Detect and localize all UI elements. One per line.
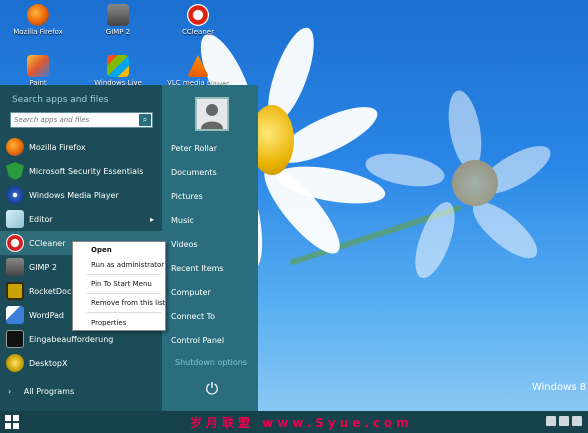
program-label: WordPad: [29, 310, 65, 320]
rocketdock-icon: [6, 282, 24, 300]
shutdown-options-button[interactable]: Shutdown options: [175, 358, 247, 367]
ccleaner-icon: [187, 4, 209, 26]
place-computer[interactable]: Computer: [171, 288, 211, 297]
program-label: CCleaner: [29, 238, 66, 248]
context-open[interactable]: Open: [91, 246, 112, 254]
notification-icon[interactable]: [572, 416, 582, 426]
windows-brand-text: Windows 8: [531, 382, 586, 393]
program-label: Mozilla Firefox: [29, 142, 86, 152]
context-separator: [87, 274, 161, 275]
network-icon[interactable]: [546, 416, 556, 426]
ccleaner-icon: [6, 234, 24, 252]
program-label: DesktopX: [29, 358, 68, 368]
place-pictures[interactable]: Pictures: [171, 192, 203, 201]
chevron-right-icon: ▸: [149, 214, 154, 224]
start-menu-places-pane: Peter Rollar Documents Pictures Music Vi…: [162, 85, 258, 411]
place-control-panel[interactable]: Control Panel: [171, 336, 224, 345]
desktop-icon-paint[interactable]: Paint: [6, 55, 70, 87]
program-label: GIMP 2: [29, 262, 57, 272]
program-label: Eingabeaufforderung: [29, 334, 114, 344]
program-firefox[interactable]: Mozilla Firefox: [0, 135, 162, 159]
all-programs-label: All Programs: [23, 387, 75, 396]
program-editor[interactable]: Editor ▸: [0, 207, 162, 231]
context-separator: [87, 312, 161, 313]
search-icon[interactable]: ⌕: [139, 114, 151, 126]
desktop-icon-vlc[interactable]: VLC media player: [166, 55, 230, 87]
daisy-small: [363, 88, 580, 290]
paint-icon: [27, 55, 49, 77]
user-icon: [201, 104, 223, 129]
context-run-as-admin[interactable]: Run as administrator: [91, 261, 164, 269]
place-videos[interactable]: Videos: [171, 240, 198, 249]
windows-live-icon: [107, 55, 129, 77]
place-connect-to[interactable]: Connect To: [171, 312, 215, 321]
program-label: RocketDock: [29, 286, 76, 296]
gimp-icon: [107, 4, 129, 26]
user-name-link[interactable]: Peter Rollar: [171, 144, 217, 153]
program-media-player[interactable]: Windows Media Player: [0, 183, 162, 207]
desktop-icon-gimp[interactable]: GIMP 2: [86, 4, 150, 36]
cmd-icon: [6, 330, 24, 348]
windows-start-icon[interactable]: [4, 414, 20, 430]
program-desktopx[interactable]: DesktopX: [0, 351, 162, 375]
volume-icon[interactable]: [559, 416, 569, 426]
place-recent-items[interactable]: Recent Items: [171, 264, 224, 273]
all-programs-button[interactable]: › All Programs: [8, 387, 74, 396]
watermark-text: 岁月联盟 www.Syue.com: [190, 416, 413, 430]
chevron-right-icon: ›: [8, 387, 12, 396]
search-title: Search apps and files: [12, 95, 109, 105]
context-separator: [87, 293, 161, 294]
program-label: Editor: [29, 214, 53, 224]
user-avatar[interactable]: [195, 97, 229, 131]
search-box: ⌕: [10, 112, 153, 128]
firefox-icon: [6, 138, 24, 156]
program-label: Windows Media Player: [29, 190, 119, 200]
context-properties[interactable]: Properties: [91, 319, 126, 327]
desktop-icon-ccleaner[interactable]: CCleaner: [166, 4, 230, 36]
desktop-icon-firefox[interactable]: Mozilla Firefox: [6, 4, 70, 36]
program-label: Microsoft Security Essentials: [29, 166, 144, 176]
vlc-icon: [187, 55, 209, 77]
place-documents[interactable]: Documents: [171, 168, 217, 177]
context-remove-from-list[interactable]: Remove from this list: [91, 299, 165, 307]
search-input[interactable]: [14, 114, 134, 126]
desktop-icon-windows-live[interactable]: Windows Live: [86, 55, 150, 87]
wordpad-icon: [6, 306, 24, 324]
shield-icon: [6, 162, 24, 180]
gimp-icon: [6, 258, 24, 276]
context-menu: Open Run as administrator Pin To Start M…: [72, 241, 166, 331]
power-icon[interactable]: ⏻: [201, 378, 223, 400]
firefox-icon: [27, 4, 49, 26]
taskbar: 岁月联盟 www.Syue.com: [0, 411, 588, 433]
place-music[interactable]: Music: [171, 216, 194, 225]
context-pin-to-start[interactable]: Pin To Start Menu: [91, 280, 152, 288]
notepad-icon: [6, 210, 24, 228]
system-tray: [546, 416, 582, 426]
desktopx-icon: [6, 354, 24, 372]
program-security-essentials[interactable]: Microsoft Security Essentials: [0, 159, 162, 183]
media-player-icon: [6, 186, 24, 204]
